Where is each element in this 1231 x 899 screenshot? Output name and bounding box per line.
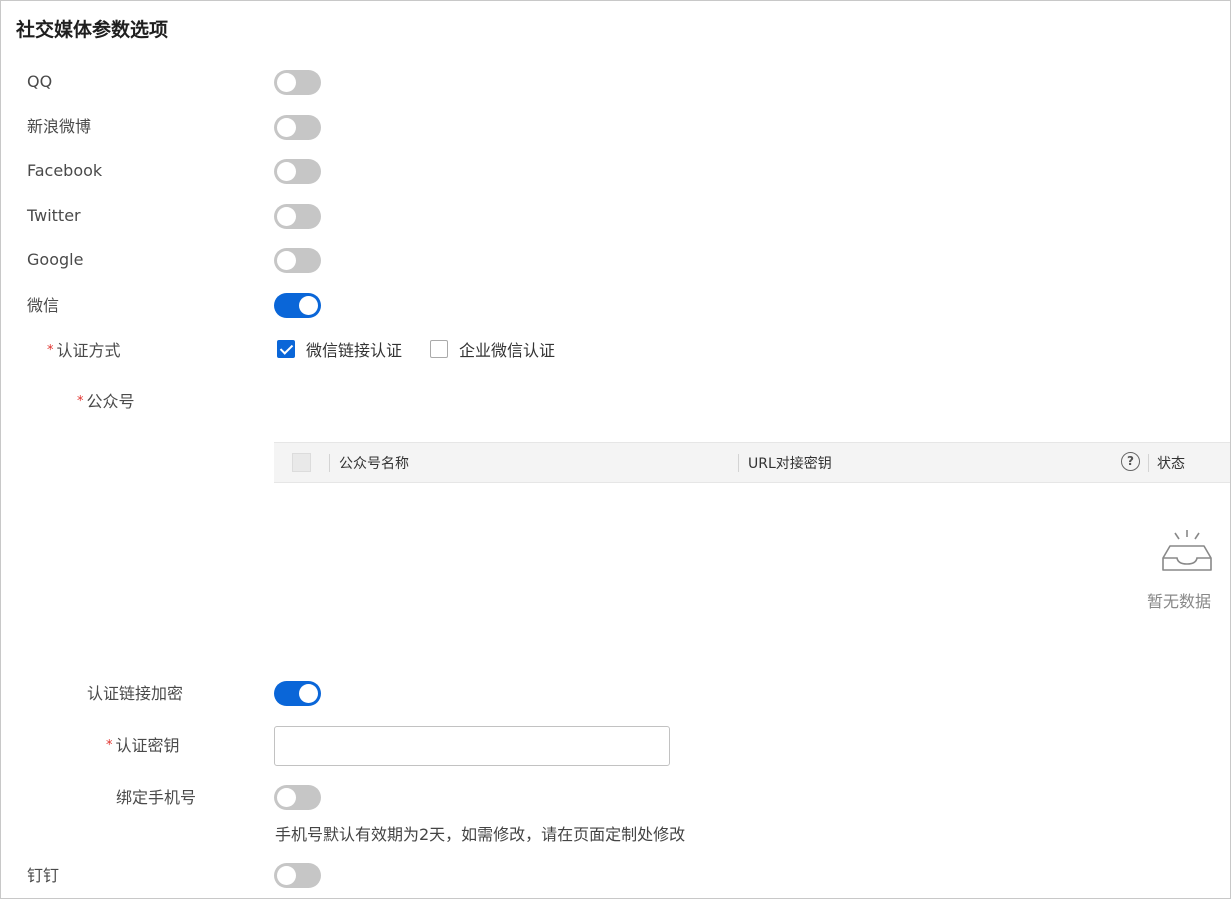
bind-phone-label: 绑定手机号 <box>116 788 197 807</box>
bind-phone-hint: 手机号默认有效期为2天，如需修改，请在页面定制处修改 <box>275 825 686 844</box>
wechat-toggle[interactable] <box>274 293 321 318</box>
wechat-link-auth-option[interactable]: 微信链接认证 <box>277 337 402 361</box>
column-header-status[interactable]: 状态 <box>1157 453 1185 473</box>
official-account-label: * 公众号 <box>77 392 135 412</box>
question-circle-icon[interactable]: ? <box>1121 452 1140 471</box>
auth-key-label-text: 认证密钥 <box>115 736 180 755</box>
official-account-table-header: 公众号名称 URL对接密钥 ? 状态 <box>274 442 1230 483</box>
wechat-link-auth-checkbox[interactable] <box>277 340 295 358</box>
toggle-knob <box>299 296 318 315</box>
empty-data-text: 暂无数据 <box>1147 592 1212 611</box>
column-header-url-key[interactable]: URL对接密钥 <box>748 453 832 473</box>
column-divider <box>738 454 739 472</box>
auth-method-label-text: 认证方式 <box>56 341 121 360</box>
settings-panel: 社交媒体参数选项 QQ 新浪微博 Facebook Twitter Google… <box>0 0 1231 899</box>
qq-toggle[interactable] <box>274 70 321 95</box>
wechat-link-auth-label: 微信链接认证 <box>306 341 403 360</box>
toggle-knob <box>277 118 296 137</box>
required-mark: * <box>47 343 54 358</box>
google-toggle[interactable] <box>274 248 321 273</box>
toggle-knob <box>277 73 296 92</box>
column-header-account-name[interactable]: 公众号名称 <box>339 453 409 473</box>
select-all-checkbox[interactable] <box>292 453 311 472</box>
enterprise-wechat-auth-checkbox[interactable] <box>430 340 448 358</box>
twitter-toggle[interactable] <box>274 204 321 229</box>
provider-label-google: Google <box>27 250 84 269</box>
link-encryption-toggle[interactable] <box>274 681 321 706</box>
empty-inbox-icon <box>1146 528 1218 580</box>
toggle-knob <box>299 684 318 703</box>
toggle-knob <box>277 207 296 226</box>
required-mark: * <box>106 738 113 753</box>
column-divider <box>1148 454 1149 472</box>
facebook-toggle[interactable] <box>274 159 321 184</box>
provider-label-weibo: 新浪微博 <box>27 117 92 136</box>
toggle-knob <box>277 788 296 807</box>
required-mark: * <box>77 394 84 409</box>
bind-phone-toggle[interactable] <box>274 785 321 810</box>
dingtalk-toggle[interactable] <box>274 863 321 888</box>
toggle-knob <box>277 162 296 181</box>
provider-label-qq: QQ <box>27 72 53 91</box>
column-divider <box>329 454 330 472</box>
page-title: 社交媒体参数选项 <box>16 19 169 41</box>
link-encryption-label: 认证链接加密 <box>87 684 184 703</box>
enterprise-wechat-auth-option[interactable]: 企业微信认证 <box>430 337 555 361</box>
toggle-knob <box>277 866 296 885</box>
auth-key-input[interactable] <box>274 726 670 766</box>
provider-label-wechat: 微信 <box>27 296 60 315</box>
auth-method-label: * 认证方式 <box>47 341 121 361</box>
auth-key-label: * 认证密钥 <box>106 736 180 756</box>
official-account-label-text: 公众号 <box>86 392 135 411</box>
weibo-toggle[interactable] <box>274 115 321 140</box>
enterprise-wechat-auth-label: 企业微信认证 <box>459 341 556 360</box>
provider-label-dingtalk: 钉钉 <box>27 866 60 885</box>
provider-label-facebook: Facebook <box>27 161 103 180</box>
toggle-knob <box>277 251 296 270</box>
provider-label-twitter: Twitter <box>27 206 81 225</box>
